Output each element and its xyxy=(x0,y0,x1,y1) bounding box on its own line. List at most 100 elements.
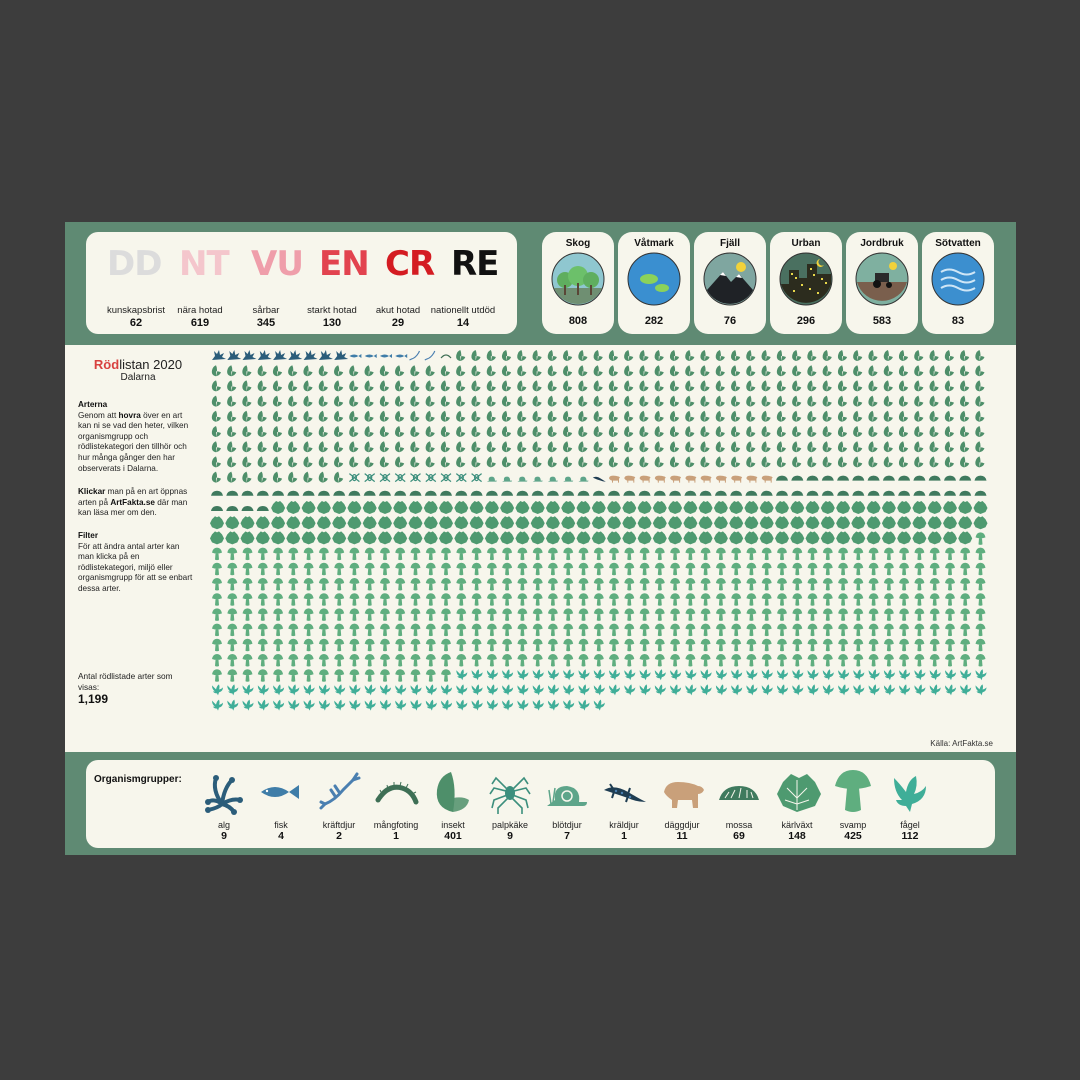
species-bird-icon[interactable] xyxy=(441,684,452,696)
species-butterfly-icon[interactable] xyxy=(792,350,802,361)
species-mushroom-icon[interactable] xyxy=(609,623,619,637)
species-mushroom-icon[interactable] xyxy=(639,654,650,667)
species-mushroom-icon[interactable] xyxy=(303,654,314,667)
species-plant-icon[interactable] xyxy=(729,531,744,545)
species-mushroom-icon[interactable] xyxy=(578,623,589,637)
species-moss-icon[interactable] xyxy=(913,475,926,481)
species-mushroom-icon[interactable] xyxy=(746,638,757,652)
species-butterfly-icon[interactable] xyxy=(639,441,649,453)
species-plant-icon[interactable] xyxy=(927,531,942,545)
species-butterfly-icon[interactable] xyxy=(501,395,512,407)
species-mushroom-icon[interactable] xyxy=(746,547,757,561)
species-butterfly-icon[interactable] xyxy=(624,350,634,361)
species-butterfly-icon[interactable] xyxy=(853,350,863,361)
species-fish-icon[interactable] xyxy=(364,354,377,358)
species-mushroom-icon[interactable] xyxy=(212,608,222,621)
species-plant-icon[interactable] xyxy=(652,501,667,514)
species-butterfly-icon[interactable] xyxy=(685,410,695,422)
species-mushroom-icon[interactable] xyxy=(868,638,879,652)
species-plant-icon[interactable] xyxy=(591,531,606,545)
species-butterfly-icon[interactable] xyxy=(578,410,588,422)
species-mushroom-icon[interactable] xyxy=(777,562,787,576)
species-bear-icon[interactable] xyxy=(746,475,758,483)
species-mushroom-icon[interactable] xyxy=(517,638,528,652)
species-butterfly-icon[interactable] xyxy=(914,441,924,453)
species-moss-icon[interactable] xyxy=(501,490,514,496)
species-mushroom-icon[interactable] xyxy=(761,608,772,621)
species-butterfly-icon[interactable] xyxy=(578,350,588,361)
species-butterfly-icon[interactable] xyxy=(517,350,527,361)
species-mushroom-icon[interactable] xyxy=(456,578,467,591)
species-butterfly-icon[interactable] xyxy=(715,441,725,453)
species-butterfly-icon[interactable] xyxy=(608,410,618,422)
species-butterfly-icon[interactable] xyxy=(501,441,512,453)
species-butterfly-icon[interactable] xyxy=(303,441,313,453)
species-butterfly-icon[interactable] xyxy=(700,350,710,361)
species-mushroom-icon[interactable] xyxy=(303,669,314,682)
species-mushroom-icon[interactable] xyxy=(517,623,528,637)
species-butterfly-icon[interactable] xyxy=(608,380,618,392)
species-bird-icon[interactable] xyxy=(670,669,682,681)
species-butterfly-icon[interactable] xyxy=(410,380,420,392)
species-butterfly-icon[interactable] xyxy=(471,395,481,407)
species-mushroom-icon[interactable] xyxy=(349,578,360,591)
species-mushroom-icon[interactable] xyxy=(547,623,558,637)
species-mushroom-icon[interactable] xyxy=(792,593,803,606)
species-mushroom-icon[interactable] xyxy=(547,654,558,667)
species-mushroom-icon[interactable] xyxy=(410,623,421,637)
species-butterfly-icon[interactable] xyxy=(547,410,557,422)
species-moss-icon[interactable] xyxy=(714,490,727,496)
species-butterfly-icon[interactable] xyxy=(914,365,924,377)
species-plant-icon[interactable] xyxy=(316,531,331,545)
category-dd-button[interactable]: DD xyxy=(107,244,162,284)
species-plant-icon[interactable] xyxy=(240,531,255,545)
species-butterfly-icon[interactable] xyxy=(425,365,435,377)
species-plant-icon[interactable] xyxy=(530,516,545,530)
species-mushroom-icon[interactable] xyxy=(212,654,222,667)
species-mushroom-icon[interactable] xyxy=(929,638,940,652)
species-mushroom-icon[interactable] xyxy=(853,638,864,652)
species-mushroom-icon[interactable] xyxy=(257,578,268,591)
species-butterfly-icon[interactable] xyxy=(654,395,664,407)
species-moss-icon[interactable] xyxy=(363,490,376,496)
species-mushroom-icon[interactable] xyxy=(410,654,421,667)
species-mushroom-icon[interactable] xyxy=(257,608,268,621)
species-butterfly-icon[interactable] xyxy=(975,395,985,407)
species-butterfly-icon[interactable] xyxy=(272,380,283,392)
species-moss-icon[interactable] xyxy=(699,490,712,496)
species-mushroom-icon[interactable] xyxy=(578,654,589,667)
species-mushroom-icon[interactable] xyxy=(807,547,818,561)
species-mushroom-icon[interactable] xyxy=(853,654,864,667)
species-butterfly-icon[interactable] xyxy=(669,365,680,377)
species-spider-icon[interactable] xyxy=(349,473,360,483)
species-plant-icon[interactable] xyxy=(301,501,316,514)
species-mushroom-icon[interactable] xyxy=(349,654,360,667)
species-butterfly-icon[interactable] xyxy=(654,441,664,453)
species-mushroom-icon[interactable] xyxy=(654,654,665,667)
species-mushroom-icon[interactable] xyxy=(364,654,375,667)
species-butterfly-icon[interactable] xyxy=(944,350,954,361)
species-plant-icon[interactable] xyxy=(897,516,912,530)
species-plant-icon[interactable] xyxy=(836,531,851,545)
species-mushroom-icon[interactable] xyxy=(502,562,513,576)
species-mushroom-icon[interactable] xyxy=(349,623,360,637)
species-mushroom-icon[interactable] xyxy=(685,593,696,606)
species-mushroom-icon[interactable] xyxy=(685,578,696,591)
species-bird-icon[interactable] xyxy=(212,699,223,711)
species-butterfly-icon[interactable] xyxy=(425,441,435,453)
species-mushroom-icon[interactable] xyxy=(517,608,528,621)
species-moss-icon[interactable] xyxy=(562,490,575,496)
species-plant-icon[interactable] xyxy=(790,516,805,530)
species-spider-icon[interactable] xyxy=(440,473,452,483)
species-mushroom-icon[interactable] xyxy=(227,562,238,576)
species-plant-icon[interactable] xyxy=(652,531,667,545)
species-moss-icon[interactable] xyxy=(867,475,880,481)
species-mushroom-icon[interactable] xyxy=(380,669,390,682)
species-mushroom-icon[interactable] xyxy=(517,547,528,561)
species-mushroom-icon[interactable] xyxy=(257,654,268,667)
species-mushroom-icon[interactable] xyxy=(624,608,635,621)
species-mushroom-icon[interactable] xyxy=(960,547,971,561)
species-mushroom-icon[interactable] xyxy=(334,623,345,637)
species-moss-icon[interactable] xyxy=(211,490,223,496)
species-mushroom-icon[interactable] xyxy=(960,654,971,667)
